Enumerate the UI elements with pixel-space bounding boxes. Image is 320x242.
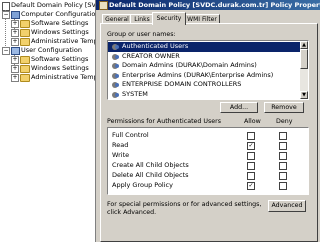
list-item-domain-admins[interactable]: Domain Admins (DURAK\Domain Admins) <box>108 61 300 71</box>
dialog-titlebar[interactable]: Default Domain Policy [SVDC.durak.com.tr… <box>96 0 320 10</box>
user-group-icon <box>112 63 119 69</box>
computer-icon <box>11 11 20 19</box>
dialog-title: Default Domain Policy [SVDC.durak.com.tr… <box>109 1 320 9</box>
user-group-icon <box>112 82 119 88</box>
read-allow-checkbox[interactable]: ✓ <box>247 142 255 150</box>
table-row: Full Control <box>108 130 308 140</box>
user-list[interactable]: Authenticated Users CREATOR OWNER Domain… <box>107 40 309 100</box>
list-item-system[interactable]: SYSTEM <box>108 90 300 100</box>
expand-icon[interactable]: + <box>11 29 19 37</box>
special-permissions-text-2: click Advanced. <box>107 209 157 216</box>
deny-column-header: Deny <box>276 118 293 125</box>
write-deny-checkbox[interactable] <box>279 152 287 160</box>
allow-column-header: Allow <box>244 118 261 125</box>
list-item-enterprise-domain-controllers[interactable]: ENTERPRISE DOMAIN CONTROLLERS <box>108 80 300 90</box>
advanced-button[interactable]: Advanced <box>268 200 306 212</box>
user-list-scrollbar[interactable]: ▲ ▼ <box>300 41 308 99</box>
expand-icon[interactable]: + <box>11 65 19 73</box>
scroll-thumb[interactable] <box>300 49 308 69</box>
list-item-authenticated-users[interactable]: Authenticated Users <box>108 42 300 52</box>
policy-properties-dialog: Default Domain Policy [SVDC.durak.com.tr… <box>96 0 320 242</box>
folder-icon <box>20 38 30 46</box>
expand-icon[interactable]: + <box>11 56 19 64</box>
user-group-icon <box>112 72 119 79</box>
write-allow-checkbox[interactable] <box>247 152 255 160</box>
list-item-creator-owner[interactable]: CREATOR OWNER <box>108 52 300 62</box>
permissions-label: Permissions for Authenticated Users <box>107 118 222 125</box>
user-icon <box>112 53 119 60</box>
create-child-allow-checkbox[interactable] <box>247 162 255 170</box>
add-button[interactable]: Add... <box>220 102 258 113</box>
list-item-enterprise-admins[interactable]: Enterprise Admins (DURAK\Enterprise Admi… <box>108 71 300 81</box>
user-icon <box>112 91 119 98</box>
folder-icon <box>20 65 30 73</box>
remove-button[interactable]: Remove <box>264 102 304 113</box>
group-label: Group or user names: <box>107 31 176 38</box>
tree-pane[interactable]: Default Domain Policy [SVDC.d − Computer… <box>0 0 96 242</box>
table-row: Read ✓ <box>108 140 308 150</box>
apply-group-policy-allow-checkbox[interactable]: ✓ <box>247 182 255 190</box>
expand-icon[interactable]: + <box>11 74 19 82</box>
scroll-up-icon[interactable]: ▲ <box>300 41 308 49</box>
create-child-deny-checkbox[interactable] <box>279 162 287 170</box>
policy-document-icon <box>2 2 10 11</box>
permissions-grid[interactable]: Full Control Read ✓ Write Create All Chi… <box>107 127 309 195</box>
folder-icon <box>20 56 30 64</box>
collapse-icon[interactable]: − <box>2 47 10 55</box>
table-row: Apply Group Policy ✓ <box>108 180 308 190</box>
folder-icon <box>20 74 30 82</box>
delete-child-deny-checkbox[interactable] <box>279 172 287 180</box>
delete-child-allow-checkbox[interactable] <box>247 172 255 180</box>
user-config-icon <box>11 47 20 55</box>
scroll-down-icon[interactable]: ▼ <box>300 91 308 99</box>
table-row: Write <box>108 150 308 160</box>
expand-icon[interactable]: + <box>11 38 19 46</box>
collapse-icon[interactable]: − <box>2 11 10 19</box>
policy-icon <box>99 1 108 10</box>
special-permissions-text-1: For special permissions or for advanced … <box>107 201 262 208</box>
expand-icon[interactable]: + <box>11 20 19 28</box>
table-row: Create All Child Objects <box>108 160 308 170</box>
tab-security[interactable]: Security <box>152 12 186 25</box>
folder-icon <box>20 29 30 37</box>
apply-group-policy-deny-checkbox[interactable] <box>279 182 287 190</box>
folder-icon <box>20 20 30 28</box>
read-deny-checkbox[interactable] <box>279 142 287 150</box>
full-control-deny-checkbox[interactable] <box>279 132 287 140</box>
table-row: Delete All Child Objects <box>108 170 308 180</box>
user-group-icon <box>112 44 119 50</box>
full-control-allow-checkbox[interactable] <box>247 132 255 140</box>
